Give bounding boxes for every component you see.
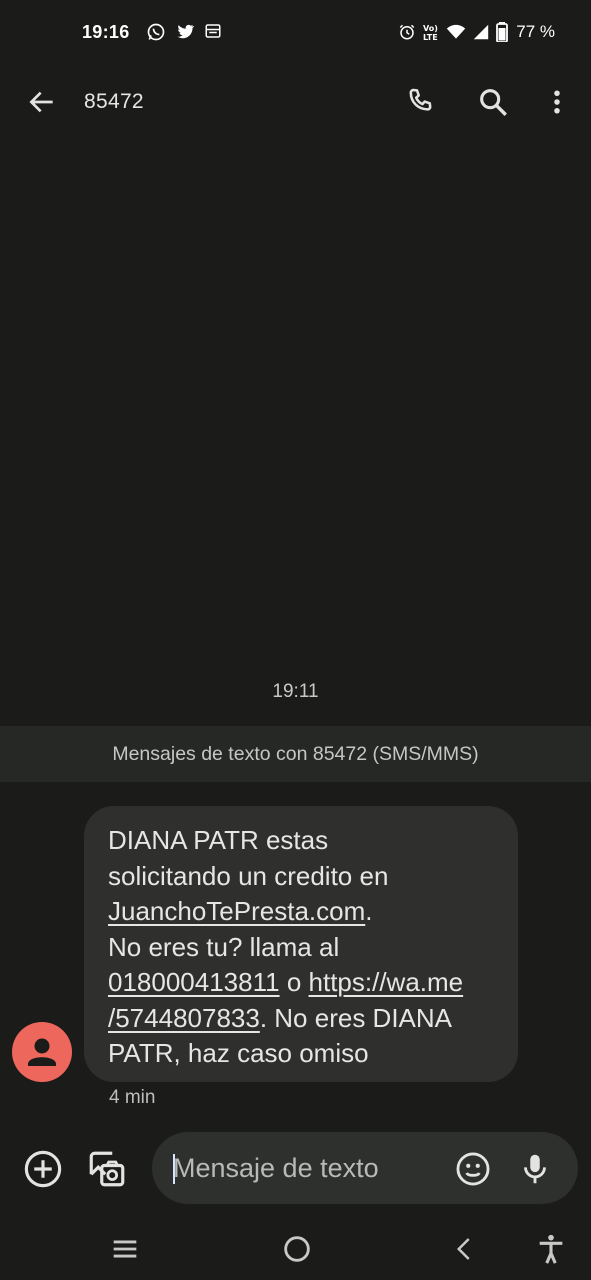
url-link[interactable]: https://wa.me: [309, 967, 464, 997]
volte-icon: Vo) LTE: [422, 22, 440, 42]
url-link-continued[interactable]: /5744807833: [108, 1003, 260, 1033]
message-text: . No eres DIANA: [259, 1002, 452, 1033]
conversation-header: 85472: [0, 66, 591, 138]
battery-level: 77 %: [516, 22, 555, 41]
accessibility-icon[interactable]: [534, 1232, 568, 1266]
message-text: .: [365, 896, 373, 926]
whatsapp-icon: [146, 22, 166, 42]
emoji-icon[interactable]: [454, 1150, 492, 1188]
message-line: solicitando un credito en: [108, 860, 389, 891]
gallery-icon[interactable]: [86, 1148, 128, 1190]
message-bubble[interactable]: DIANA PATR estas solicitando un credito …: [84, 806, 518, 1082]
message-line: No eres tu? llama al: [108, 931, 340, 962]
more-vert-icon[interactable]: [542, 85, 572, 119]
alarm-icon: [398, 23, 416, 41]
add-circle-icon[interactable]: [22, 1148, 64, 1190]
sender-avatar[interactable]: [12, 1022, 72, 1082]
message-timestamp: 19:11: [272, 681, 319, 702]
notification-icons: [146, 22, 222, 42]
recents-icon[interactable]: [108, 1232, 142, 1266]
message-line: 018000413811 o https://wa.me: [108, 965, 494, 1001]
conversation-info-strip: Mensajes de texto con 85472 (SMS/MMS): [0, 726, 591, 782]
message-input[interactable]: [173, 1150, 433, 1186]
twitter-icon: [174, 22, 196, 42]
back-icon[interactable]: [450, 1232, 480, 1266]
signal-icon: [472, 23, 490, 41]
home-icon[interactable]: [280, 1232, 314, 1266]
message-line: JuanchoTePresta.com.: [108, 894, 494, 930]
website-link[interactable]: JuanchoTePresta.com: [108, 896, 365, 926]
compose-bar: [0, 1128, 591, 1208]
svg-text:LTE: LTE: [423, 33, 438, 42]
person-icon: [28, 1038, 56, 1066]
back-arrow-icon[interactable]: [26, 86, 58, 118]
message-line: PATR, haz caso omiso: [108, 1038, 369, 1068]
search-icon[interactable]: [476, 85, 510, 119]
battery-icon: [496, 22, 509, 42]
mic-icon[interactable]: [516, 1150, 554, 1188]
message-line: DIANA PATR estas: [108, 825, 329, 855]
message-age: 4 min: [109, 1087, 156, 1108]
contact-title: 85472: [84, 90, 144, 113]
phone-number-link[interactable]: 018000413811: [108, 967, 280, 997]
system-nav-bar: [0, 1218, 591, 1280]
message-line: /5744807833. No eres DIANA: [108, 1001, 494, 1037]
message-text: o: [279, 967, 309, 997]
svg-text:Vo): Vo): [423, 24, 438, 33]
status-time: 19:16: [82, 22, 130, 42]
calendar-icon: [204, 22, 222, 42]
wifi-icon: [446, 23, 466, 41]
phone-icon[interactable]: [404, 85, 438, 119]
system-status: Vo) LTE 77 %: [398, 22, 555, 42]
status-bar: 19:16 Vo) LTE 77 %: [0, 0, 591, 66]
compose-field[interactable]: [152, 1132, 578, 1204]
